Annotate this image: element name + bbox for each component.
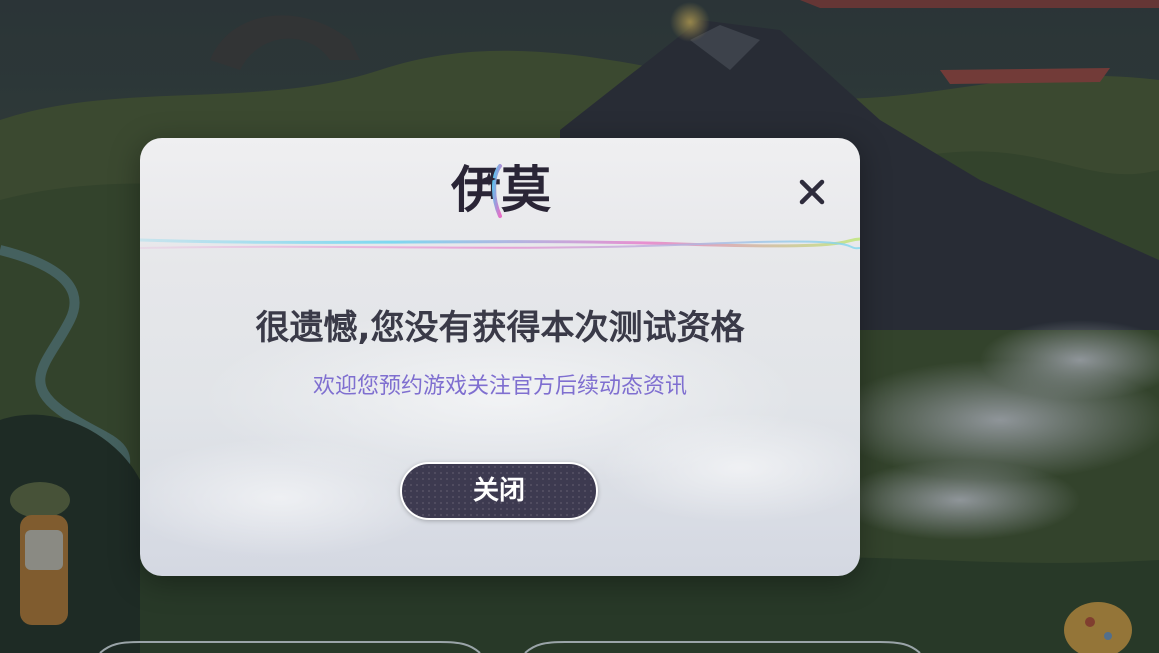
result-title: 很遗憾,您没有获得本次测试资格 — [255, 308, 745, 348]
close-icon[interactable] — [794, 174, 830, 210]
header-divider-wave — [140, 237, 860, 250]
result-subtitle: 欢迎您预约游戏关注官方后续动态资讯 — [312, 374, 687, 399]
close-button-label: 关闭 — [472, 476, 525, 506]
close-button[interactable]: 关闭 — [400, 462, 598, 520]
bottom-hud-bars — [99, 641, 921, 653]
qualification-result-dialog: 伊莫 很遗憾,您没有获得本次测试资格 欢迎您预约游戏关注官方后续动态资讯 关闭 — [140, 138, 860, 576]
game-logo: 伊莫 — [426, 158, 576, 222]
dialog-header: 伊莫 — [140, 138, 860, 242]
game-screen: 伊莫 很遗憾,您没有获得本次测试资格 欢迎您预约游戏关注官方后续动态资讯 关闭 — [0, 0, 1159, 653]
logo-sparkle-icon — [482, 164, 502, 218]
